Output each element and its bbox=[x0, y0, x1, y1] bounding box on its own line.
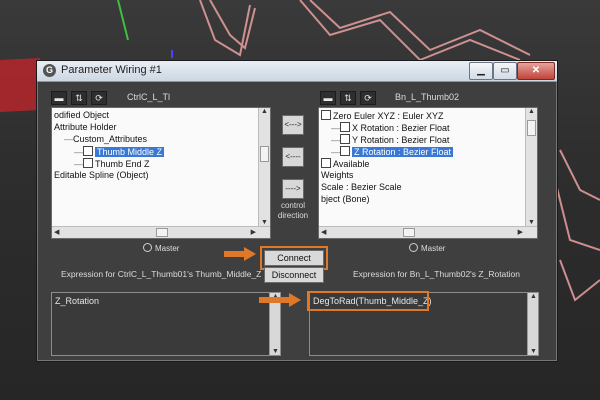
left-tree-vscroll[interactable]: ▲ ▼ bbox=[258, 108, 270, 226]
scroll-left-icon[interactable]: ◀ bbox=[54, 228, 59, 236]
tree-item[interactable]: Zero Euler XYZ : Euler XYZ bbox=[321, 110, 444, 121]
scroll-up-icon[interactable]: ▲ bbox=[261, 108, 268, 115]
tree-item-label: Weights bbox=[321, 170, 354, 180]
tree-item[interactable]: Editable Spline (Object) bbox=[54, 170, 149, 181]
left-tree-vscroll-thumb[interactable] bbox=[260, 146, 269, 162]
close-button[interactable]: ✕ bbox=[517, 62, 555, 80]
right-tree-view[interactable]: Zero Euler XYZ : Euler XYZ — X Rotation : … bbox=[318, 107, 538, 239]
scroll-right-icon[interactable]: ▶ bbox=[518, 228, 523, 236]
pick-node-icon[interactable]: ⇅ bbox=[340, 91, 356, 105]
tree-item[interactable]: odified Object bbox=[54, 110, 109, 121]
right-tree-vscroll[interactable]: ▲ ▼ bbox=[525, 108, 537, 226]
scroll-up-icon[interactable]: ▲ bbox=[528, 108, 535, 115]
track-icon bbox=[340, 146, 350, 156]
right-tree-hscroll[interactable]: ◀ ▶ bbox=[319, 226, 537, 238]
track-icon bbox=[340, 122, 350, 132]
folder-icon[interactable]: ▬ bbox=[320, 91, 336, 105]
refresh-icon[interactable]: ⟳ bbox=[360, 91, 376, 105]
left-tree-items: odified Object Attribute Holder —Custom_At… bbox=[52, 108, 258, 226]
right-node-name: Bn_L_Thumb02 bbox=[395, 92, 460, 102]
tree-item[interactable]: Scale : Bezier Scale bbox=[321, 182, 402, 193]
minimize-button[interactable]: ▁ bbox=[469, 62, 493, 80]
tree-item-label: Custom_Attributes bbox=[73, 134, 148, 144]
tree-item-label: bject (Bone) bbox=[321, 194, 370, 204]
tree-item-label: Available bbox=[333, 159, 370, 169]
control-direction-label: control direction bbox=[277, 201, 309, 220]
scroll-left-icon[interactable]: ◀ bbox=[321, 228, 326, 236]
tree-item[interactable]: — Thumb Middle Z bbox=[74, 146, 165, 157]
tree-branch-icon: — bbox=[64, 134, 73, 144]
refresh-icon[interactable]: ⟳ bbox=[91, 91, 107, 105]
tree-branch-icon: — bbox=[74, 159, 83, 169]
tree-item[interactable]: — Y Rotation : Bezier Float bbox=[331, 134, 449, 145]
right-tree-hscroll-thumb[interactable] bbox=[403, 228, 415, 237]
right-expression-label: Expression for Bn_L_Thumb02's Z_Rotation bbox=[353, 269, 520, 279]
right-tree-vscroll-thumb[interactable] bbox=[527, 120, 536, 136]
tree-item[interactable]: bject (Bone) bbox=[321, 194, 370, 205]
track-icon bbox=[321, 110, 331, 120]
left-tree-hscroll[interactable]: ◀ ▶ bbox=[52, 226, 270, 238]
right-master-radio[interactable]: Master bbox=[409, 243, 445, 253]
right-expression-vscroll[interactable]: ▲ ▼ bbox=[527, 293, 538, 355]
app-icon: G bbox=[43, 64, 56, 77]
tree-item-label: Z Rotation : Bezier Float bbox=[352, 147, 454, 157]
track-icon bbox=[340, 134, 350, 144]
left-expression-label: Expression for CtrlC_L_Thumb01's Thumb_M… bbox=[61, 269, 262, 279]
tree-branch-icon: — bbox=[331, 123, 340, 133]
left-master-radio[interactable]: Master bbox=[143, 243, 179, 253]
scroll-right-icon[interactable]: ▶ bbox=[251, 228, 256, 236]
tree-item-label: Zero Euler XYZ : Euler XYZ bbox=[333, 111, 444, 121]
maximize-button[interactable]: ▭ bbox=[493, 62, 517, 80]
radio-icon[interactable] bbox=[143, 243, 152, 252]
tree-branch-icon: — bbox=[331, 135, 340, 145]
left-tree-hscroll-thumb[interactable] bbox=[156, 228, 168, 237]
tree-item-label: odified Object bbox=[54, 110, 110, 120]
tree-item[interactable]: Attribute Holder bbox=[54, 122, 117, 133]
title-bar[interactable]: G Parameter Wiring #1 ▁ ▭ ✕ bbox=[37, 61, 557, 82]
radio-icon[interactable] bbox=[409, 243, 418, 252]
left-node-name: CtrlC_L_Tl bbox=[127, 92, 171, 102]
scroll-down-icon[interactable]: ▼ bbox=[530, 348, 537, 355]
tree-item-label: Scale : Bezier Scale bbox=[321, 182, 402, 192]
scroll-down-icon[interactable]: ▼ bbox=[272, 348, 279, 355]
tree-item[interactable]: — Z Rotation : Bezier Float bbox=[331, 146, 454, 157]
tree-item-label: X Rotation : Bezier Float bbox=[352, 123, 450, 133]
tree-item-label: Thumb End Z bbox=[95, 159, 150, 169]
left-tree-view[interactable]: odified Object Attribute Holder —Custom_At… bbox=[51, 107, 271, 239]
scroll-down-icon[interactable]: ▼ bbox=[528, 219, 535, 226]
dialog-title: Parameter Wiring #1 bbox=[61, 64, 162, 76]
tree-item[interactable]: — Thumb End Z bbox=[74, 158, 150, 169]
expression-highlight bbox=[307, 291, 429, 311]
direction-both-button[interactable]: ----> bbox=[282, 179, 304, 199]
arrow-annotation-icon bbox=[259, 293, 301, 307]
left-expression-text[interactable]: Z_Rotation bbox=[55, 296, 99, 306]
disconnect-button[interactable]: Disconnect bbox=[264, 267, 324, 283]
scroll-up-icon[interactable]: ▲ bbox=[530, 293, 537, 300]
tree-item-label: Y Rotation : Bezier Float bbox=[352, 135, 450, 145]
direction-right-button[interactable]: <---> bbox=[282, 115, 304, 135]
tree-item[interactable]: —Custom_Attributes bbox=[64, 134, 147, 145]
right-tree-items: Zero Euler XYZ : Euler XYZ — X Rotation : … bbox=[319, 108, 525, 226]
track-icon bbox=[321, 158, 331, 168]
arrow-annotation-icon bbox=[224, 247, 256, 261]
tree-item-label: Editable Spline (Object) bbox=[54, 170, 149, 180]
direction-left-button[interactable]: <---- bbox=[282, 147, 304, 167]
parameter-wiring-dialog: G Parameter Wiring #1 ▁ ▭ ✕ ▬ ⇅ ⟳ CtrlC_… bbox=[36, 60, 558, 362]
tree-item[interactable]: Available bbox=[321, 158, 369, 169]
tree-item[interactable]: Weights bbox=[321, 170, 353, 181]
connect-button[interactable]: Connect bbox=[264, 250, 324, 266]
tree-item[interactable]: — X Rotation : Bezier Float bbox=[331, 122, 450, 133]
scroll-down-icon[interactable]: ▼ bbox=[261, 219, 268, 226]
pick-node-icon[interactable]: ⇅ bbox=[71, 91, 87, 105]
folder-icon[interactable]: ▬ bbox=[51, 91, 67, 105]
track-icon bbox=[83, 158, 93, 168]
track-icon bbox=[83, 146, 93, 156]
tree-item-label: Attribute Holder bbox=[54, 122, 117, 132]
tree-branch-icon: — bbox=[74, 147, 83, 157]
tree-branch-icon: — bbox=[331, 147, 340, 157]
tree-item-label: Thumb Middle Z bbox=[95, 147, 165, 157]
left-expression-editor[interactable]: Z_Rotation ▲ ▼ bbox=[51, 292, 281, 356]
